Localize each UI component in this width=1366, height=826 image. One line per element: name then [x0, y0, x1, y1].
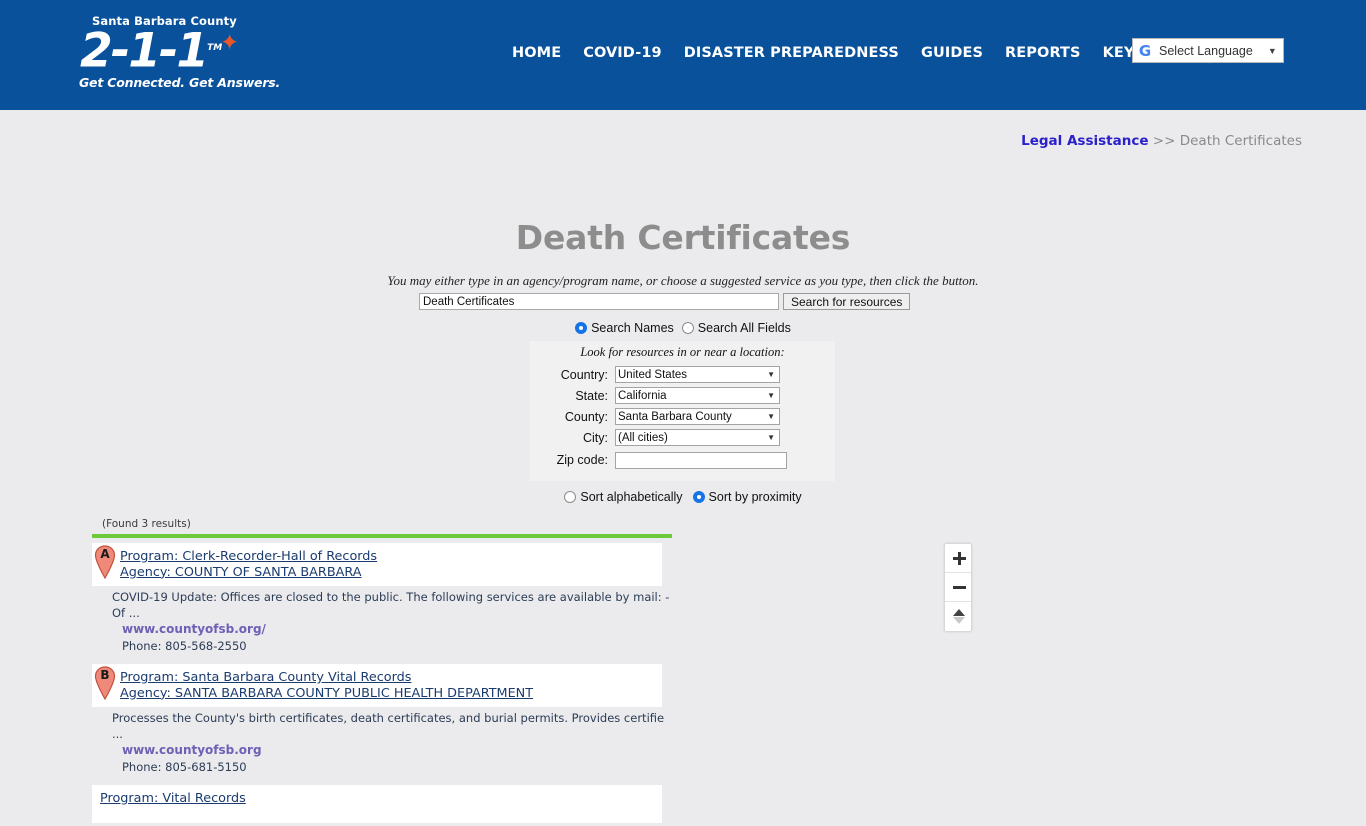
breadcrumb-current: Death Certificates [1179, 133, 1302, 149]
state-select-value: California [618, 389, 667, 402]
map-pin-letter-b: B [100, 668, 110, 682]
nav-disaster-preparedness[interactable]: DISASTER PREPAREDNESS [684, 45, 899, 61]
chevron-down-icon[interactable]: ▼ [1265, 46, 1280, 56]
city-select[interactable]: (All cities) ▼ [615, 429, 780, 446]
result-card-a[interactable]: A Program: Clerk-Recorder-Hall of Record… [92, 543, 662, 586]
result-website-link-b[interactable]: www.countyofsb.org [92, 742, 672, 759]
city-row: City: (All cities) ▼ [530, 427, 835, 448]
result-description-a: COVID-19 Update: Offices are closed to t… [112, 590, 670, 620]
country-select-value: United States [618, 368, 688, 381]
breadcrumb-separator: >> [1152, 133, 1176, 149]
result-program-link-c[interactable]: Program: Vital Records [100, 791, 654, 807]
map-pin-icon: A [94, 545, 116, 579]
county-select-value: Santa Barbara County [618, 410, 732, 423]
results-count: (Found 3 results) [102, 518, 191, 530]
site-header: Santa Barbara County ✦ 2-1-1TM Get Conne… [0, 0, 1366, 110]
search-for-resources-button[interactable]: Search for resources [783, 293, 911, 310]
map-pin-letter-a: A [100, 547, 110, 561]
plus-icon [952, 551, 966, 565]
result-program-link-a[interactable]: Program: Clerk-Recorder-Hall of Records [120, 549, 654, 565]
main-navigation: HOME COVID-19 DISASTER PREPAREDNESS GUID… [512, 42, 1213, 64]
radio-search-names-input[interactable] [575, 322, 588, 334]
language-select-widget[interactable]: G Select Language ▼ [1132, 38, 1284, 63]
search-row: Search for resources [419, 293, 911, 310]
search-hint-text: You may either type in an agency/program… [387, 273, 979, 288]
state-row: State: California ▼ [530, 385, 835, 406]
breadcrumb-parent-link[interactable]: Legal Assistance [1021, 133, 1148, 149]
county-select[interactable]: Santa Barbara County ▼ [615, 408, 780, 425]
radio-sort-by-proximity-label: Sort by proximity [708, 490, 802, 504]
radio-sort-alphabetically-input[interactable] [564, 491, 577, 503]
state-label: State: [575, 388, 608, 403]
chevron-down-icon: ▼ [767, 370, 775, 379]
logo-tagline: Get Connected. Get Answers. [79, 74, 281, 90]
nav-reports[interactable]: REPORTS [1005, 45, 1081, 61]
minus-icon [952, 581, 966, 594]
sort-radio-group: Sort alphabetically Sort by proximity [0, 490, 1366, 504]
city-label: City: [583, 430, 608, 445]
search-input[interactable] [419, 293, 779, 310]
country-label: Country: [560, 367, 608, 382]
map-compass-button[interactable] [945, 602, 971, 631]
result-agency-link-b[interactable]: Agency: SANTA BARBARA COUNTY PUBLIC HEAL… [120, 686, 654, 702]
radio-sort-alphabetically[interactable]: Sort alphabetically [564, 490, 683, 504]
radio-search-all-fields-label: Search All Fields [697, 321, 791, 335]
county-row: County: Santa Barbara County ▼ [530, 406, 835, 427]
radio-search-all-fields-input[interactable] [681, 322, 694, 334]
country-row: Country: United States ▼ [530, 364, 835, 385]
nav-guides[interactable]: GUIDES [921, 45, 983, 61]
result-card-b[interactable]: B Program: Santa Barbara County Vital Re… [92, 664, 662, 707]
chevron-down-icon: ▼ [767, 391, 775, 400]
site-logo[interactable]: Santa Barbara County ✦ 2-1-1TM Get Conne… [78, 14, 281, 102]
breadcrumb: Legal Assistance >> Death Certificates [1021, 133, 1302, 149]
compass-icon [953, 609, 965, 624]
result-phone-a: Phone: 805-568-2550 [122, 639, 247, 653]
star-icon: ✦ [220, 29, 240, 55]
zipcode-input[interactable] [615, 451, 787, 469]
location-filter-panel: Look for resources in or near a location… [530, 341, 835, 481]
result-phone-b: Phone: 805-681-5150 [122, 760, 247, 774]
chevron-down-icon: ▼ [767, 433, 775, 442]
results-divider [92, 534, 672, 538]
county-label: County: [564, 409, 608, 424]
radio-search-names[interactable]: Search Names [575, 321, 674, 335]
result-card-c[interactable]: Program: Vital Records [92, 785, 662, 823]
radio-search-names-label: Search Names [591, 321, 674, 335]
result-description-b: Processes the County's birth certificate… [112, 711, 665, 741]
nav-home[interactable]: HOME [512, 45, 561, 61]
search-scope-radio-group: Search Names Search All Fields [0, 321, 1366, 335]
state-select[interactable]: California ▼ [615, 387, 780, 404]
zipcode-row: Zip code: [530, 448, 835, 472]
language-select-label: Select Language [1159, 43, 1253, 58]
nav-covid19[interactable]: COVID-19 [583, 45, 662, 61]
city-select-value: (All cities) [618, 431, 668, 444]
radio-sort-by-proximity[interactable]: Sort by proximity [692, 490, 802, 504]
map-zoom-controls [944, 543, 972, 632]
radio-search-all-fields[interactable]: Search All Fields [681, 321, 791, 335]
radio-sort-by-proximity-input[interactable] [692, 491, 705, 503]
map-zoom-in-button[interactable] [945, 544, 971, 573]
chevron-down-icon: ▼ [767, 412, 775, 421]
country-select[interactable]: United States ▼ [615, 366, 780, 383]
map-zoom-out-button[interactable] [945, 573, 971, 602]
map-pin-icon: B [94, 666, 116, 700]
result-agency-link-a[interactable]: Agency: COUNTY OF SANTA BARBARA [120, 565, 654, 581]
result-website-link-a[interactable]: www.countyofsb.org/ [92, 621, 672, 638]
result-meta-a: COVID-19 Update: Offices are closed to t… [92, 589, 672, 654]
results-list: (Found 3 results) A Program: Clerk-Recor… [92, 518, 672, 826]
result-meta-b: Processes the County's birth certificate… [92, 710, 672, 775]
google-g-icon: G [1138, 41, 1152, 60]
zipcode-label: Zip code: [556, 453, 608, 467]
radio-sort-alphabetically-label: Sort alphabetically [580, 490, 683, 504]
location-fields: Country: United States ▼ State: Californ… [530, 364, 835, 472]
page-title: Death Certificates [515, 218, 851, 258]
result-program-link-b[interactable]: Program: Santa Barbara County Vital Reco… [120, 670, 654, 686]
location-panel-caption: Look for resources in or near a location… [580, 345, 785, 359]
